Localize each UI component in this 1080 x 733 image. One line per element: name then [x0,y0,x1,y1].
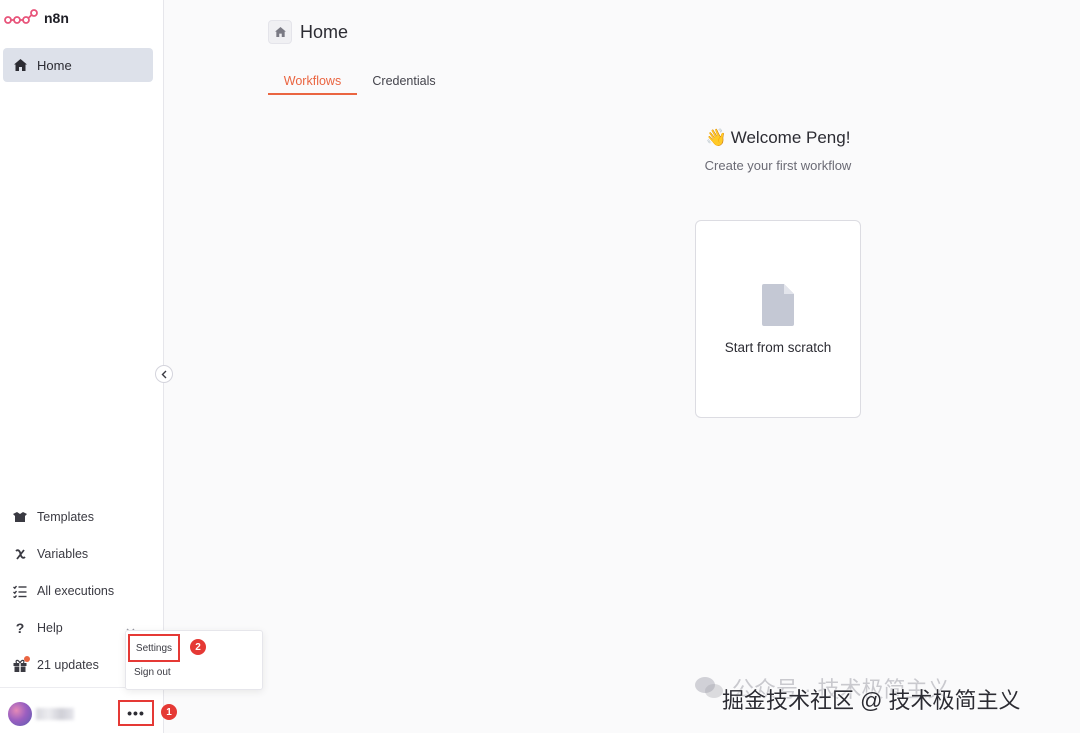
tab-credentials[interactable]: Credentials [360,66,448,95]
chevron-left-icon [161,370,167,378]
home-icon [13,58,27,72]
menu-item-sign-out[interactable]: Sign out [134,667,171,678]
tab-workflows[interactable]: Workflows [268,66,357,95]
sidebar-item-label: Templates [37,510,94,524]
welcome-section: 👋 Welcome Peng! Create your first workfl… [696,128,860,173]
sidebar-item-variables[interactable]: Variables [3,539,153,569]
welcome-subtitle: Create your first workflow [704,158,852,173]
home-icon [268,20,292,44]
avatar[interactable] [8,702,32,726]
sidebar-item-label: Variables [37,547,89,561]
more-options-button[interactable]: ••• [118,700,154,726]
sidebar-item-label: All executions [37,584,115,598]
file-icon [762,283,794,326]
waving-hand-icon: 👋 [705,128,727,147]
question-icon: ? [15,620,25,636]
sidebar: n8n Home Templates Variables All executi… [0,0,173,733]
welcome-title: 👋 Welcome Peng! [696,128,860,148]
collapse-sidebar-button[interactable] [155,365,173,383]
page-header: Home [268,20,348,44]
variable-icon [13,547,27,561]
step-marker-1: 1 [161,704,177,720]
sidebar-item-label: Help [37,621,63,635]
watermark-text-2: 掘金技术社区 @ 技术极简主义 [722,688,1021,713]
menu-item-settings[interactable]: Settings [128,634,180,662]
sidebar-item-home[interactable]: Home [3,48,153,82]
sidebar-item-label: 21 updates [37,658,99,672]
n8n-logo[interactable]: n8n [4,8,69,28]
box-icon [13,510,27,524]
start-from-scratch-card[interactable]: Start from scratch [695,220,861,418]
user-name-blurred [36,708,74,720]
page-title: Home [300,21,349,42]
step-marker-2: 2 [190,639,206,655]
gift-icon [13,656,30,672]
wechat-icon [695,677,723,698]
start-card-label: Start from scratch [724,339,832,355]
sidebar-item-templates[interactable]: Templates [3,502,153,532]
n8n-logo-icon [4,9,38,24]
welcome-title-text: Welcome Peng! [730,128,851,147]
sidebar-item-label: Home [37,57,72,73]
list-check-icon [13,584,27,598]
sidebar-item-all-executions[interactable]: All executions [3,576,153,606]
notification-dot [24,656,30,662]
logo-text: n8n [44,10,69,26]
